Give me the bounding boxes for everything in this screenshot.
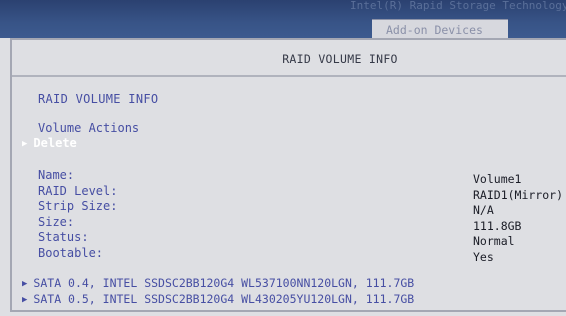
field-label-raid-level: RAID Level: <box>38 183 118 198</box>
field-label-name: Name: <box>38 168 75 182</box>
section-title: RAID VOLUME INFO <box>38 92 159 106</box>
field-value-bootable: Yes <box>473 249 494 264</box>
field-value-size: 111.8GB <box>473 218 522 233</box>
header-divider <box>12 75 566 77</box>
top-bar-title: Intel(R) Rapid Storage Technology <box>350 0 566 12</box>
field-label-status: Status: <box>38 230 89 244</box>
page-title: RAID VOLUME INFO <box>282 52 398 66</box>
field-value-strip-size: N/A <box>473 203 494 217</box>
arrow-right-icon: ▶ <box>22 294 28 305</box>
delete-action-label: Delete <box>33 136 77 150</box>
field-label-bootable: Bootable: <box>38 245 104 260</box>
top-bar: Intel(R) Rapid Storage Technology Add-on… <box>0 0 566 40</box>
field-label-strip-size: Strip Size: <box>38 199 118 213</box>
field-label-size: Size: <box>38 214 75 229</box>
arrow-right-icon: ▶ <box>22 139 28 149</box>
volume-field-values: Volume1 RAID1(Mirror) N/A 111.8GB Normal… <box>473 172 563 265</box>
tab-add-on-devices-label: Add-on Devices <box>386 23 483 37</box>
member-disk-list: ▶ SATA 0.4, INTEL SSDSC2BB120G4 WL537100N… <box>22 276 414 307</box>
field-value-raid-level: RAID1(Mirror) <box>473 187 564 202</box>
tab-add-on-devices[interactable]: Add-on Devices <box>372 19 508 40</box>
disk-item[interactable]: ▶ SATA 0.5, INTEL SSDSC2BB120G4 WL430205Y… <box>22 292 414 308</box>
field-value-name: Volume1 <box>473 172 522 186</box>
arrow-right-icon: ▶ <box>22 279 28 289</box>
disk-item-label: SATA 0.5, INTEL SSDSC2BB120G4 WL430205YU… <box>33 291 415 306</box>
field-value-status: Normal <box>473 234 515 248</box>
delete-action[interactable]: ▶ Delete <box>22 136 77 150</box>
disk-item-label: SATA 0.4, INTEL SSDSC2BB120G4 WL537100NN… <box>33 276 415 290</box>
volume-actions-label: Volume Actions <box>38 121 140 135</box>
volume-field-labels: Name: RAID Level: Strip Size: Size: Stat… <box>38 168 117 261</box>
disk-item[interactable]: ▶ SATA 0.4, INTEL SSDSC2BB120G4 WL537100N… <box>22 276 414 292</box>
bios-screen: Intel(R) Rapid Storage Technology Add-on… <box>0 0 566 316</box>
